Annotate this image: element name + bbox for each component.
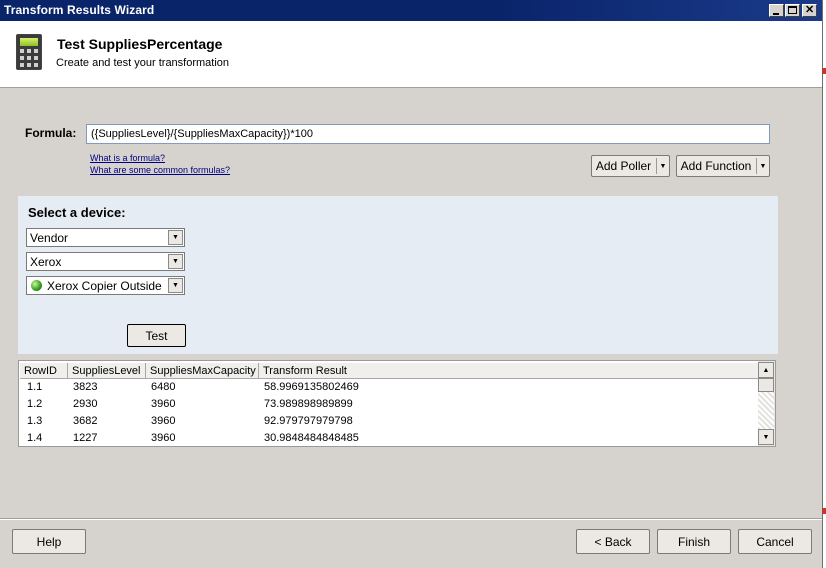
footer-separator-highlight [0,519,822,520]
cell-transform-result: 73.989898989899 [264,398,353,410]
cell-rowid: 1.4 [27,432,43,444]
dropdown-arrow-icon[interactable]: ▼ [657,156,669,176]
cell-supplies-max: 3960 [151,415,176,427]
cell-supplies-level: 3682 [73,415,98,427]
window-title: Transform Results Wizard [4,3,155,17]
wizard-window: Transform Results Wizard ✕ Test Supplies… [0,0,823,568]
chevron-down-icon[interactable]: ▼ [168,278,183,293]
table-row[interactable]: 1.2 2930 3960 73.989898989899 [19,396,759,413]
cell-supplies-level: 3823 [73,381,98,393]
background-edge-mark [822,508,826,514]
cell-rowid: 1.2 [27,398,43,410]
close-icon: ✕ [805,4,815,16]
results-grid[interactable]: RowID SuppliesLevel SuppliesMaxCapacity … [18,360,776,447]
column-header-rowid[interactable]: RowID [20,363,68,379]
table-row[interactable]: 1.1 3823 6480 58.9969135802469 [19,379,759,396]
cell-transform-result: 58.9969135802469 [264,381,359,393]
cell-transform-result: 92.979797979798 [264,415,353,427]
wizard-header: Test SuppliesPercentage Create and test … [0,21,822,88]
cell-supplies-level: 1227 [73,432,98,444]
vendor-combo[interactable]: Xerox ▼ [26,252,185,271]
column-header-supplies-level[interactable]: SuppliesLevel [68,363,146,379]
cell-rowid: 1.3 [27,415,43,427]
cell-supplies-max: 3960 [151,398,176,410]
status-up-icon [31,280,42,291]
table-row[interactable]: 1.4 1227 3960 30.9848484848485 [19,430,759,446]
title-bar[interactable]: Transform Results Wizard ✕ [0,0,822,21]
add-function-button[interactable]: Add Function ▼ [676,155,770,177]
select-device-title: Select a device: [28,205,126,220]
minimize-button[interactable] [769,4,784,17]
device-selection-panel: Select a device: Vendor ▼ Xerox ▼ Xerox … [18,196,778,354]
page-subtitle: Create and test your transformation [56,57,230,69]
device-type-value: Vendor [30,231,69,245]
background-edge-mark [822,68,826,74]
column-header-supplies-max[interactable]: SuppliesMaxCapacity [146,363,259,379]
vertical-scrollbar[interactable]: ▲ ▼ [758,361,775,446]
scrollbar-track[interactable] [758,392,774,429]
node-value: Xerox Copier Outside [47,279,162,293]
maximize-icon [788,6,797,14]
vendor-value: Xerox [30,255,62,269]
calculator-icon [16,34,42,70]
cell-supplies-max: 6480 [151,381,176,393]
what-is-formula-link[interactable]: What is a formula? [90,153,165,163]
scroll-down-icon[interactable]: ▼ [758,429,774,445]
cell-supplies-level: 2930 [73,398,98,410]
cell-supplies-max: 3960 [151,432,176,444]
scroll-up-icon[interactable]: ▲ [758,362,774,378]
test-button[interactable]: Test [127,324,186,347]
maximize-button[interactable] [785,4,800,17]
cell-rowid: 1.1 [27,381,43,393]
formula-label: Formula: [25,126,77,140]
chevron-down-icon[interactable]: ▼ [168,230,183,245]
page-title: Test SuppliesPercentage [57,36,223,52]
minimize-icon [773,13,779,15]
chevron-down-icon[interactable]: ▼ [168,254,183,269]
finish-button[interactable]: Finish [657,529,731,554]
cell-transform-result: 30.9848484848485 [264,432,359,444]
help-button[interactable]: Help [12,529,86,554]
back-button[interactable]: < Back [576,529,650,554]
add-poller-label: Add Poller [595,159,652,173]
node-combo[interactable]: Xerox Copier Outside ▼ [26,276,185,295]
scrollbar-thumb[interactable] [758,378,774,392]
column-header-transform-result[interactable]: Transform Result [259,363,759,379]
add-function-label: Add Function [680,159,752,173]
add-poller-button[interactable]: Add Poller ▼ [591,155,670,177]
cancel-button[interactable]: Cancel [738,529,812,554]
dropdown-arrow-icon[interactable]: ▼ [757,156,769,176]
common-formulas-link[interactable]: What are some common formulas? [90,165,230,175]
formula-input[interactable] [86,124,770,144]
device-type-combo[interactable]: Vendor ▼ [26,228,185,247]
table-row[interactable]: 1.3 3682 3960 92.979797979798 [19,413,759,430]
close-button[interactable]: ✕ [802,4,817,17]
